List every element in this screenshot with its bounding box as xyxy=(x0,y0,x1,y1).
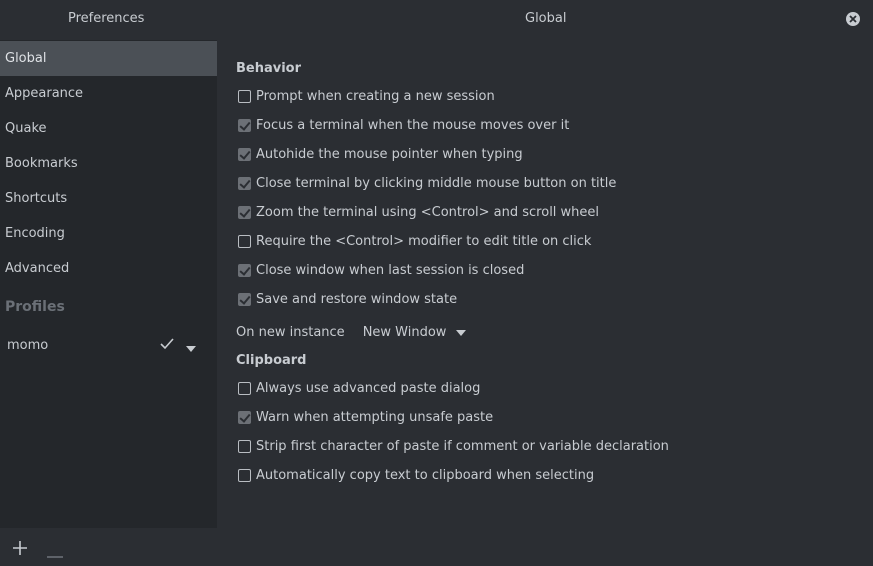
option-ctrl-scroll-zoom[interactable]: Zoom the terminal using <Control> and sc… xyxy=(238,202,599,222)
preferences-panel: Behavior Prompt when creating a new sess… xyxy=(217,40,873,566)
checkbox[interactable] xyxy=(238,381,251,395)
option-label: Prompt when creating a new session xyxy=(256,88,495,104)
option-warn-unsafe-paste[interactable]: Warn when attempting unsafe paste xyxy=(238,407,493,427)
profile-item[interactable]: momo xyxy=(0,326,217,366)
checkbox[interactable] xyxy=(238,205,251,219)
sidebar-item-advanced[interactable]: Advanced xyxy=(0,251,217,286)
close-icon[interactable] xyxy=(846,12,860,26)
profile-toolbar xyxy=(0,528,217,566)
plus-icon[interactable] xyxy=(12,540,28,560)
sidebar-item-appearance[interactable]: Appearance xyxy=(0,76,217,111)
new-instance-value: New Window xyxy=(362,324,447,340)
option-label: Close terminal by clicking middle mouse … xyxy=(256,175,617,191)
checkbox[interactable] xyxy=(238,468,251,482)
checkbox[interactable] xyxy=(238,292,251,306)
option-ctrl-edit-title[interactable]: Require the <Control> modifier to edit t… xyxy=(238,231,591,251)
sidebar-item-encoding[interactable]: Encoding xyxy=(0,216,217,251)
option-prompt-new-session[interactable]: Prompt when creating a new session xyxy=(238,86,495,106)
checkbox[interactable] xyxy=(238,410,251,424)
option-copy-on-select[interactable]: Automatically copy text to clipboard whe… xyxy=(238,465,594,485)
option-label: Zoom the terminal using <Control> and sc… xyxy=(256,204,600,220)
checkbox[interactable] xyxy=(238,147,251,161)
option-focus-on-hover[interactable]: Focus a terminal when the mouse moves ov… xyxy=(238,115,569,135)
option-autohide-pointer[interactable]: Autohide the mouse pointer when typing xyxy=(238,144,523,164)
option-label: Warn when attempting unsafe paste xyxy=(256,409,494,425)
minus-icon[interactable] xyxy=(47,547,63,562)
profile-name: momo xyxy=(7,338,49,353)
new-instance-label: On new instance xyxy=(236,324,345,340)
chevron-down-icon[interactable] xyxy=(186,341,196,356)
option-strip-first-char[interactable]: Strip first character of paste if commen… xyxy=(238,436,669,456)
option-label: Focus a terminal when the mouse moves ov… xyxy=(256,117,570,133)
checkbox[interactable] xyxy=(238,439,251,453)
checkbox[interactable] xyxy=(238,89,251,103)
option-close-window-last-session[interactable]: Close window when last session is closed xyxy=(238,260,524,280)
option-label: Close window when last session is closed xyxy=(256,262,525,278)
behavior-heading: Behavior xyxy=(236,61,302,76)
option-label: Automatically copy text to clipboard whe… xyxy=(256,467,595,483)
option-save-window-state[interactable]: Save and restore window state xyxy=(238,289,457,309)
option-middle-click-close[interactable]: Close terminal by clicking middle mouse … xyxy=(238,173,616,193)
checkbox[interactable] xyxy=(238,176,251,190)
option-label: Save and restore window state xyxy=(256,291,458,307)
option-label: Autohide the mouse pointer when typing xyxy=(256,146,523,162)
option-label: Strip first character of paste if commen… xyxy=(256,438,669,454)
checkbox[interactable] xyxy=(238,263,251,277)
option-label: Always use advanced paste dialog xyxy=(256,380,481,396)
option-label: Require the <Control> modifier to edit t… xyxy=(256,233,592,249)
new-instance-row: On new instance New Window xyxy=(236,322,467,342)
sidebar-item-quake[interactable]: Quake xyxy=(0,111,217,146)
checkbox[interactable] xyxy=(238,118,251,132)
option-advanced-paste[interactable]: Always use advanced paste dialog xyxy=(238,378,480,398)
profiles-heading: Profiles xyxy=(5,299,65,315)
sidebar-item-bookmarks[interactable]: Bookmarks xyxy=(0,146,217,181)
window-title: Preferences xyxy=(68,11,145,26)
checkbox[interactable] xyxy=(238,234,251,248)
title-bar: Preferences Global xyxy=(0,0,873,40)
chevron-down-icon xyxy=(456,325,467,340)
check-icon[interactable] xyxy=(160,337,174,355)
new-instance-dropdown[interactable]: New Window xyxy=(363,325,467,340)
page-title: Global xyxy=(525,11,567,26)
sidebar-item-global[interactable]: Global xyxy=(0,41,217,76)
sidebar-item-shortcuts[interactable]: Shortcuts xyxy=(0,181,217,216)
sidebar: Global Appearance Quake Bookmarks Shortc… xyxy=(0,40,217,528)
clipboard-heading: Clipboard xyxy=(236,353,307,368)
